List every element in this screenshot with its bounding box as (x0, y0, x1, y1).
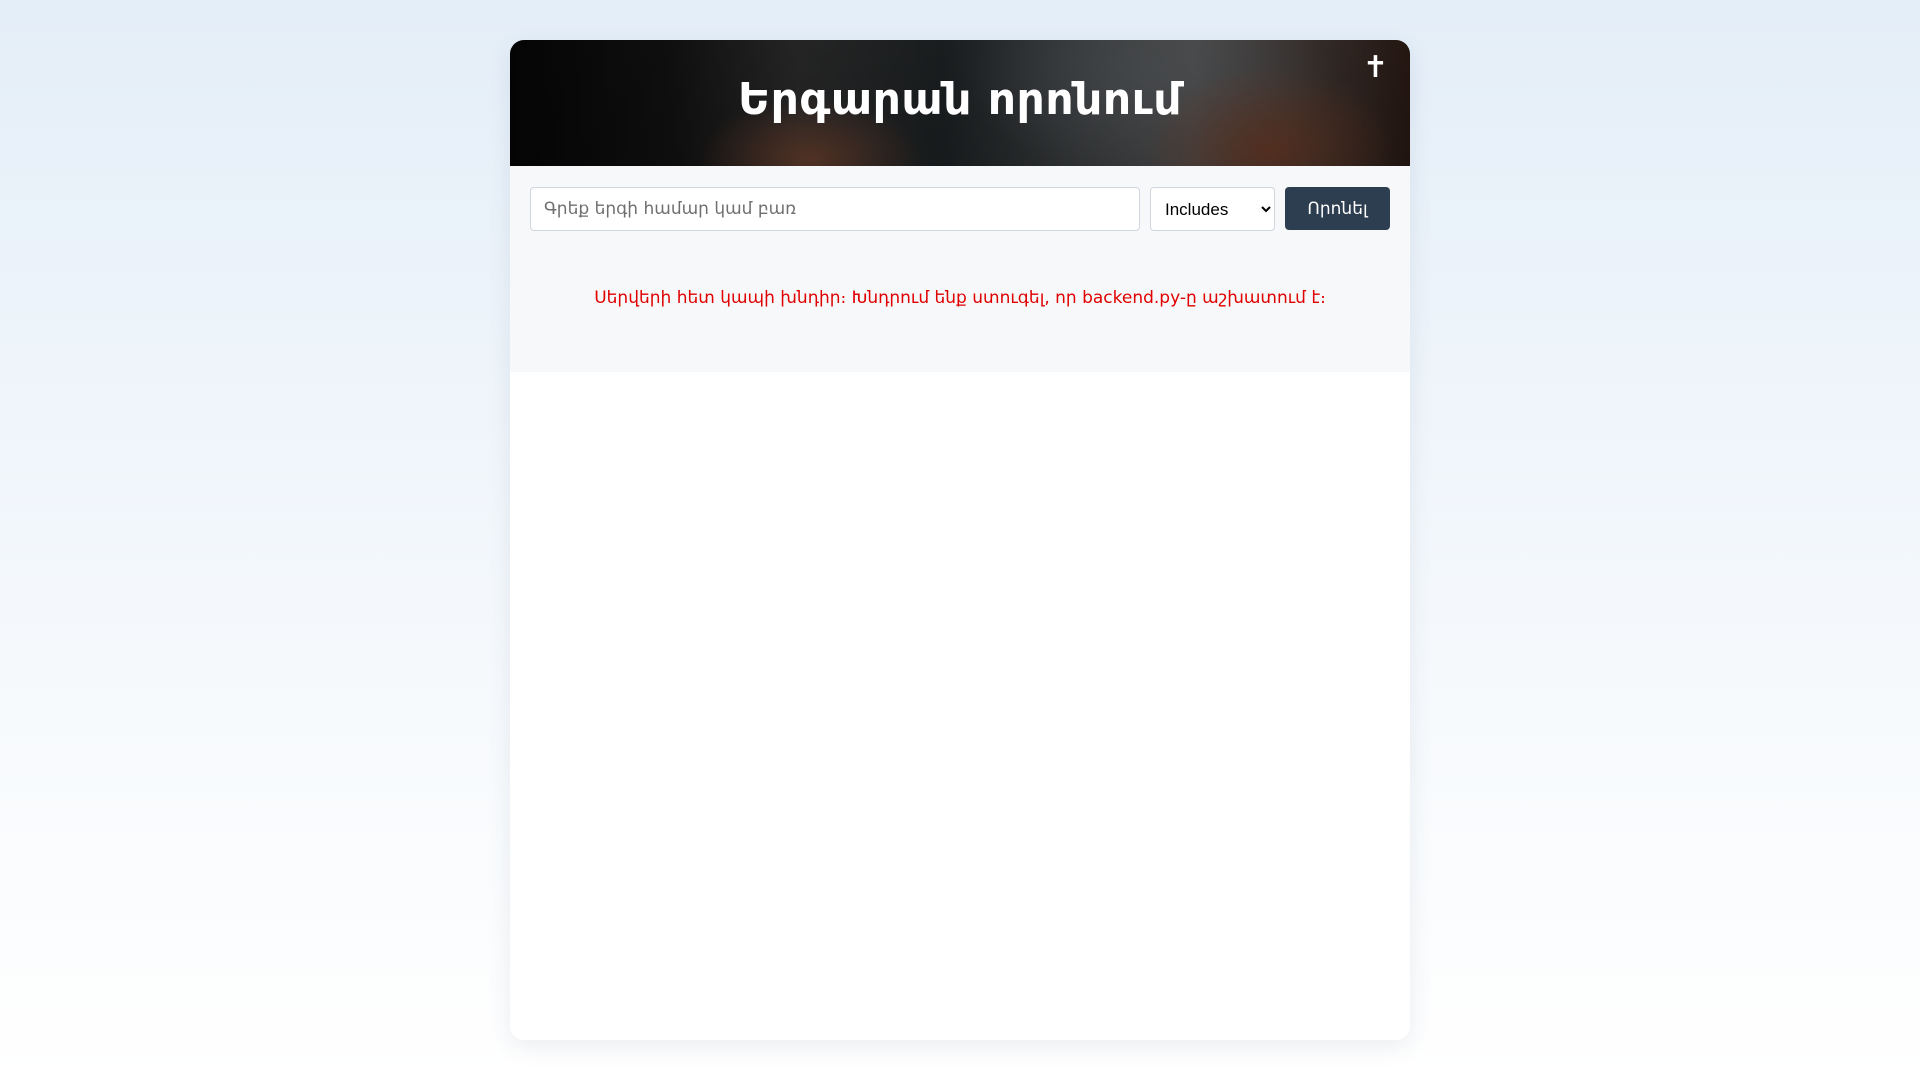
search-button[interactable]: Որոնել (1285, 187, 1390, 230)
search-area: Includes Որոնել Սերվերի հետ կապի խնդիր։ … (510, 166, 1410, 372)
page-title: Երգարան որոնում (738, 74, 1182, 125)
main-card: Երգարան որոնում ✝ Includes Որոնել Սերվեր… (510, 40, 1410, 1040)
search-input[interactable] (530, 187, 1140, 231)
error-message: Սերվերի հետ կապի խնդիր։ Խնդրում ենք ստու… (594, 288, 1326, 308)
header-banner: Երգարան որոնում ✝ (510, 40, 1410, 166)
cross-icon[interactable]: ✝ (1363, 50, 1388, 85)
search-mode-select[interactable]: Includes (1150, 187, 1275, 231)
results-area (510, 372, 1410, 1040)
